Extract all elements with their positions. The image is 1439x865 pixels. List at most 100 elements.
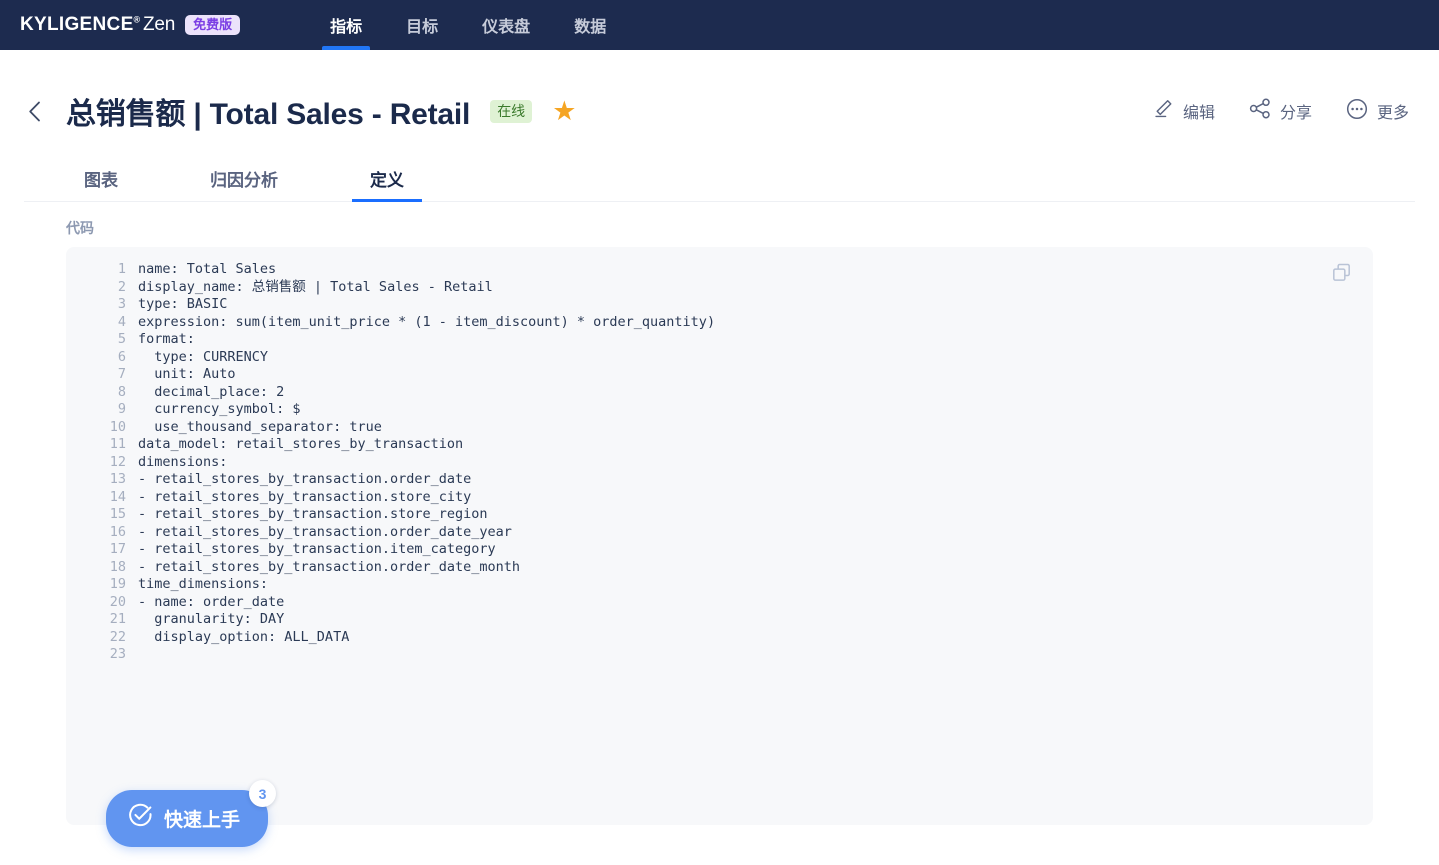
line-number: 4 [117, 313, 126, 330]
line-number: 18 [109, 558, 126, 575]
more-button-label: 更多 [1376, 105, 1409, 122]
line-text: - retail_stores_by_transaction.store_cit… [138, 488, 472, 505]
code-line: 18 - retail_stores_by_transaction.order_d… [66, 559, 1373, 577]
brand-name-bold: KYLIGENCE [20, 14, 134, 35]
code-line: 8 decimal_place: 2 [66, 384, 1373, 402]
tab-attribution-analysis[interactable]: 归因分析 [196, 156, 292, 201]
nav-item-data-label: 数据 [574, 19, 607, 36]
tab-chart-label: 图表 [84, 171, 118, 190]
line-number: 16 [109, 523, 126, 540]
brand-area[interactable]: KYLIGENCE® Zen 免费版 [0, 0, 241, 50]
line-number: 2 [117, 278, 126, 295]
main-nav-links: 指标 目标 仪表盘 数据 [308, 0, 628, 50]
line-number: 8 [117, 383, 126, 400]
code-line: 13 - retail_stores_by_transaction.order_d… [66, 471, 1373, 489]
edit-button-label: 编辑 [1182, 105, 1215, 122]
code-line: 7 unit: Auto [66, 366, 1373, 384]
code-line: 16 - retail_stores_by_transaction.order_d… [66, 524, 1373, 542]
line-number: 7 [117, 366, 126, 382]
edit-button[interactable]: 编辑 [1153, 98, 1215, 124]
chevron-left-icon[interactable] [20, 97, 48, 125]
line-number: 15 [109, 506, 126, 522]
code-line: 2 display_name: 总销售额 | Total Sales - Reta… [66, 279, 1373, 297]
line-number: 10 [109, 418, 126, 435]
plan-badge: 免费版 [185, 15, 241, 35]
check-circle-icon [128, 803, 153, 834]
code-line: 21 granularity: DAY [66, 611, 1373, 629]
top-navigation-bar: KYLIGENCE® Zen 免费版 指标 目标 仪表盘 数据 [0, 0, 1439, 50]
detail-tabs: 图表 归因分析 定义 [24, 156, 1415, 202]
code-line: 19 time_dimensions: [66, 576, 1373, 594]
nav-item-dashboard[interactable]: 仪表盘 [460, 0, 552, 50]
line-text: - retail_stores_by_transaction.item_cate… [138, 541, 496, 557]
brand-registered-mark: ® [133, 14, 141, 25]
status-badge: 在线 [490, 99, 533, 123]
quick-start-button[interactable]: 快速上手 3 [106, 780, 277, 847]
line-number: 23 [109, 646, 126, 662]
line-text: type: BASIC [138, 296, 228, 312]
line-text: expression: sum(item_unit_price * (1 - i… [138, 313, 716, 330]
share-button[interactable]: 分享 [1249, 98, 1312, 124]
nav-item-dashboard-label: 仪表盘 [482, 19, 531, 36]
page-header: 总销售额 | Total Sales - Retail 在线 ★ 编辑 分享 更… [0, 72, 1439, 150]
tab-chart[interactable]: 图表 [66, 156, 136, 201]
line-text: unit: Auto [138, 366, 236, 382]
line-number: 9 [117, 401, 126, 417]
share-icon [1249, 98, 1271, 124]
code-line: 14 - retail_stores_by_transaction.store_c… [66, 489, 1373, 507]
line-number: 3 [117, 296, 126, 312]
line-text: - retail_stores_by_transaction.order_dat… [138, 558, 521, 575]
tab-attribution-analysis-label: 归因分析 [210, 171, 278, 190]
header-actions: 编辑 分享 更多 [1153, 98, 1409, 125]
ellipsis-circle-icon [1346, 98, 1368, 125]
share-button-label: 分享 [1279, 105, 1312, 122]
code-section-label: 代码 [66, 220, 94, 236]
nav-item-goals-label: 目标 [406, 19, 439, 36]
line-number: 11 [109, 436, 126, 452]
tab-definition-label: 定义 [370, 171, 404, 190]
line-text: format: [138, 331, 195, 347]
line-text: type: CURRENCY [138, 348, 269, 365]
quick-start-badge: 3 [249, 780, 277, 807]
line-text: - retail_stores_by_transaction.order_dat… [138, 471, 472, 487]
line-number: 22 [109, 628, 126, 645]
line-number: 13 [109, 471, 126, 487]
page-title: 总销售额 | Total Sales - Retail [66, 98, 471, 131]
line-text: decimal_place: 2 [138, 383, 285, 400]
line-number: 6 [117, 348, 126, 365]
nav-item-goals[interactable]: 目标 [384, 0, 460, 50]
nav-item-metrics-label: 指标 [330, 19, 363, 36]
line-text: granularity: DAY [138, 611, 285, 627]
code-line: 9 currency_symbol: $ [66, 401, 1373, 419]
code-line: 12 dimensions: [66, 454, 1373, 472]
line-text: - retail_stores_by_transaction.order_dat… [138, 523, 512, 540]
code-panel: 1 name: Total Sales 2 display_name: 总销售额 |… [66, 247, 1373, 825]
copy-icon[interactable] [1332, 263, 1351, 282]
more-button[interactable]: 更多 [1346, 98, 1409, 125]
line-text: time_dimensions: [138, 576, 269, 592]
line-text: display_option: ALL_DATA [138, 628, 350, 645]
line-number: 1 [117, 261, 126, 277]
tab-definition[interactable]: 定义 [352, 156, 422, 202]
nav-item-data[interactable]: 数据 [552, 0, 628, 50]
code-line: 23 [66, 646, 1373, 664]
code-line: 4 expression: sum(item_unit_price * (1 - … [66, 314, 1373, 332]
line-number: 5 [117, 331, 126, 347]
quick-start-label: 快速上手 [164, 810, 241, 831]
favorite-star-icon[interactable]: ★ [552, 97, 576, 125]
line-number: 19 [109, 576, 126, 592]
code-line: 15 - retail_stores_by_transaction.store_r… [66, 506, 1373, 524]
code-line: 10 use_thousand_separator: true [66, 419, 1373, 437]
line-text: - retail_stores_by_transaction.store_reg… [138, 506, 488, 522]
line-number: 14 [109, 488, 126, 505]
line-text: name: Total Sales [138, 261, 277, 277]
line-number: 21 [109, 611, 126, 627]
brand-name-light: Zen [142, 14, 176, 35]
code-line: 17 - retail_stores_by_transaction.item_ca… [66, 541, 1373, 559]
nav-item-metrics[interactable]: 指标 [308, 0, 384, 50]
line-number: 20 [109, 593, 126, 610]
brand-logo: KYLIGENCE® Zen [20, 14, 175, 36]
code-line: 5 format: [66, 331, 1373, 349]
line-number: 17 [109, 541, 126, 557]
line-text: data_model: retail_stores_by_transaction [138, 436, 464, 452]
